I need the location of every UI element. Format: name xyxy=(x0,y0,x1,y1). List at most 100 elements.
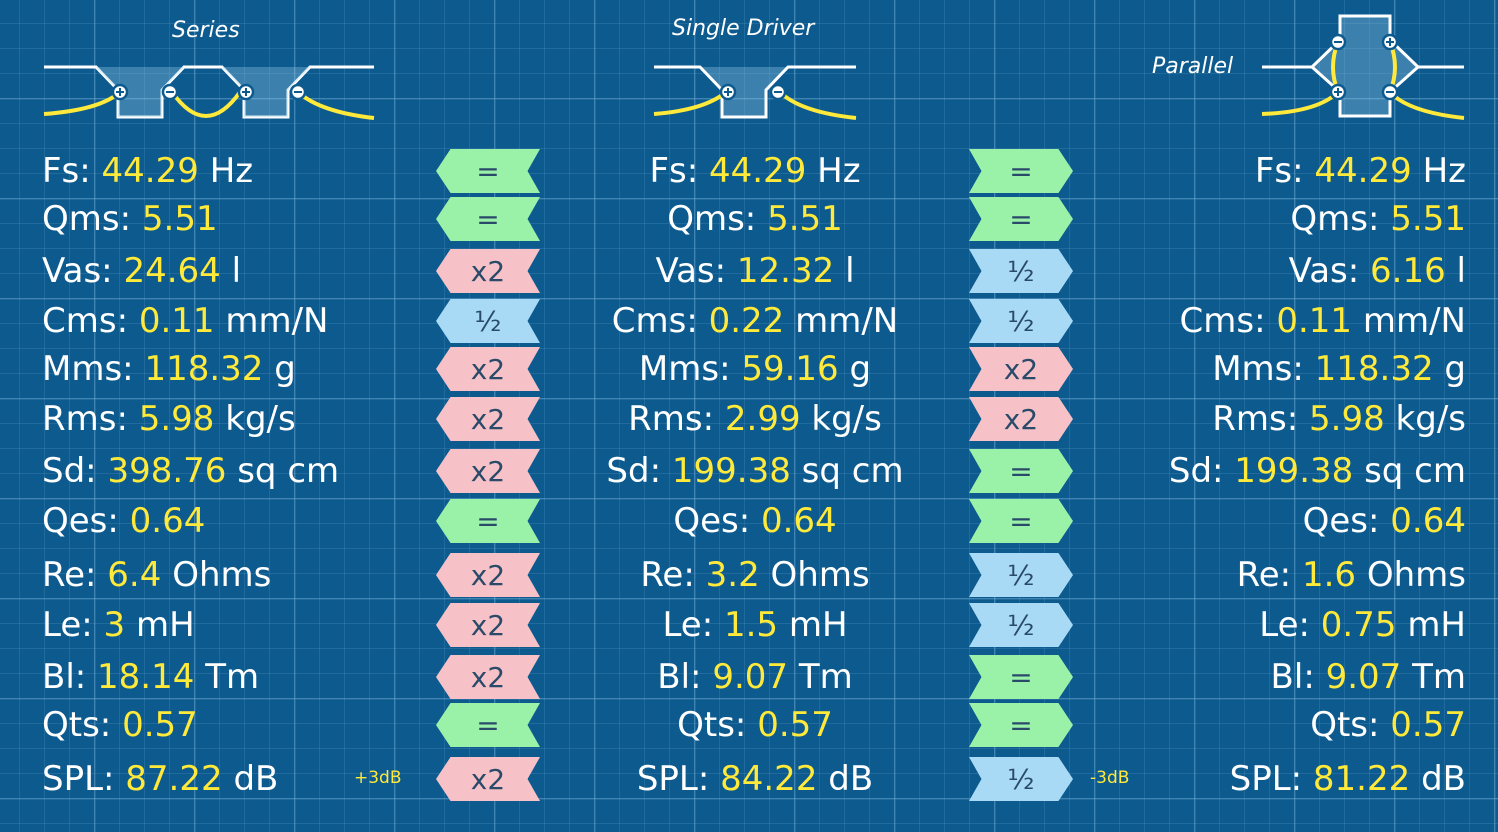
param-unit: dB xyxy=(233,759,279,799)
param-label: Sd: xyxy=(1168,451,1224,491)
param-value: 9.07 xyxy=(712,657,789,697)
param-label: Bl: xyxy=(1270,657,1315,697)
series-row: Mms: 118.32 g xyxy=(42,344,296,394)
single-row: Re: 3.2 Ohms xyxy=(560,550,950,600)
series-row: Fs: 44.29 Hz xyxy=(42,146,253,196)
single-row: Fs: 44.29 Hz xyxy=(560,146,950,196)
series-row: Re: 6.4 Ohms xyxy=(42,550,271,600)
param-label: Rms: xyxy=(628,399,715,439)
param-value: 0.75 xyxy=(1320,605,1397,645)
single-row: Mms: 59.16 g xyxy=(560,344,950,394)
series-wiring-diagram xyxy=(43,65,375,120)
param-unit: Tm xyxy=(205,657,260,697)
parallel-row: Bl: 9.07 Tm xyxy=(1271,652,1466,702)
series-ratio-arrow: = xyxy=(436,499,540,543)
param-label: Rms: xyxy=(1212,399,1299,439)
series-ratio-arrow: x2 xyxy=(436,655,540,699)
param-unit: l xyxy=(231,251,242,291)
parallel-ratio-arrow: ½ xyxy=(969,603,1073,647)
param-value: 44.29 xyxy=(101,151,199,191)
series-ratio-arrow: = xyxy=(436,703,540,747)
series-row: Vas: 24.64 l xyxy=(42,246,241,296)
param-unit: mH xyxy=(135,605,195,645)
series-row: Cms: 0.11 mm/N xyxy=(42,296,329,346)
param-unit: g xyxy=(849,349,872,389)
parallel-row: Vas: 6.16 l xyxy=(1289,246,1466,296)
series-ratio-arrow: x2 xyxy=(436,397,540,441)
param-label: Sd: xyxy=(42,451,97,491)
param-label: Re: xyxy=(640,555,695,595)
series-ratio-arrow: = xyxy=(436,197,540,241)
param-value: 0.11 xyxy=(138,301,215,341)
single-row: Bl: 9.07 Tm xyxy=(560,652,950,702)
param-label: Cms: xyxy=(42,301,129,341)
parallel-ratio-arrow: ½ xyxy=(969,757,1073,801)
parallel-row: Qes: 0.64 xyxy=(1303,496,1466,546)
parallel-row: SPL: 81.22 dB xyxy=(1230,754,1466,804)
param-value: 12.32 xyxy=(736,251,835,291)
param-label: Mms: xyxy=(1212,349,1304,389)
param-value: 5.51 xyxy=(1390,199,1466,239)
param-value: 0.64 xyxy=(129,501,206,541)
param-label: Sd: xyxy=(606,451,662,491)
parallel-ratio-arrow: = xyxy=(969,499,1073,543)
param-value: 44.29 xyxy=(1314,151,1412,191)
param-unit: sq cm xyxy=(801,451,904,491)
param-value: 87.22 xyxy=(125,759,223,799)
parallel-ratio-arrow: ½ xyxy=(969,553,1073,597)
parallel-row: Sd: 199.38 sq cm xyxy=(1169,446,1466,496)
series-row: Rms: 5.98 kg/s xyxy=(42,394,296,444)
param-label: Cms: xyxy=(611,301,698,341)
param-label: Qes: xyxy=(673,501,751,541)
series-row: SPL: 87.22 dB xyxy=(42,754,278,804)
parallel-row: Fs: 44.29 Hz xyxy=(1255,146,1466,196)
param-unit: sq cm xyxy=(1364,451,1466,491)
parallel-ratio-arrow: = xyxy=(969,149,1073,193)
param-label: Vas: xyxy=(1288,251,1360,291)
param-label: Le: xyxy=(1259,605,1310,645)
param-value: 84.22 xyxy=(720,759,818,799)
series-ratio-arrow: x2 xyxy=(436,249,540,293)
single-row: Vas: 12.32 l xyxy=(560,246,950,296)
parallel-row: Mms: 118.32 g xyxy=(1212,344,1466,394)
param-value: 0.11 xyxy=(1276,301,1353,341)
param-unit: mH xyxy=(1407,605,1466,645)
param-unit: Ohms xyxy=(770,555,870,595)
param-label: Fs: xyxy=(649,151,699,191)
param-unit: l xyxy=(845,251,855,291)
param-unit: Tm xyxy=(1412,657,1466,697)
param-value: 9.07 xyxy=(1325,657,1402,697)
single-driver-wiring-diagram xyxy=(653,65,857,120)
parallel-row: Cms: 0.11 mm/N xyxy=(1180,296,1467,346)
param-label: Mms: xyxy=(638,349,731,389)
parallel-row: Qts: 0.57 xyxy=(1310,700,1466,750)
parallel-row: Rms: 5.98 kg/s xyxy=(1212,394,1466,444)
parallel-ratio-arrow: = xyxy=(969,197,1073,241)
param-unit: Hz xyxy=(1422,151,1466,191)
single-row: Qts: 0.57 xyxy=(560,700,950,750)
param-value: 2.99 xyxy=(724,399,801,439)
param-value: 5.51 xyxy=(767,199,843,239)
series-ratio-arrow: ½ xyxy=(436,299,540,343)
param-unit: sq cm xyxy=(237,451,340,491)
param-label: Le: xyxy=(662,605,714,645)
series-spl-gain: +3dB xyxy=(354,768,402,788)
param-label: Mms: xyxy=(42,349,134,389)
param-label: Qes: xyxy=(1302,501,1380,541)
parallel-row: Re: 1.6 Ohms xyxy=(1237,550,1466,600)
param-unit: Hz xyxy=(209,151,254,191)
param-value: 0.22 xyxy=(708,301,785,341)
param-unit: mH xyxy=(788,605,848,645)
param-label: Qts: xyxy=(677,705,747,745)
series-ratio-arrow: = xyxy=(436,149,540,193)
param-value: 3 xyxy=(103,605,126,645)
series-ratio-arrow: x2 xyxy=(436,347,540,391)
param-unit: kg/s xyxy=(811,399,882,439)
series-row: Sd: 398.76 sq cm xyxy=(42,446,339,496)
param-label: Qms: xyxy=(667,199,757,239)
param-label: Rms: xyxy=(42,399,128,439)
parallel-spl-loss: -3dB xyxy=(1090,768,1130,788)
param-value: 0.64 xyxy=(760,501,837,541)
param-label: Fs: xyxy=(42,151,91,191)
param-value: 6.4 xyxy=(107,555,162,595)
